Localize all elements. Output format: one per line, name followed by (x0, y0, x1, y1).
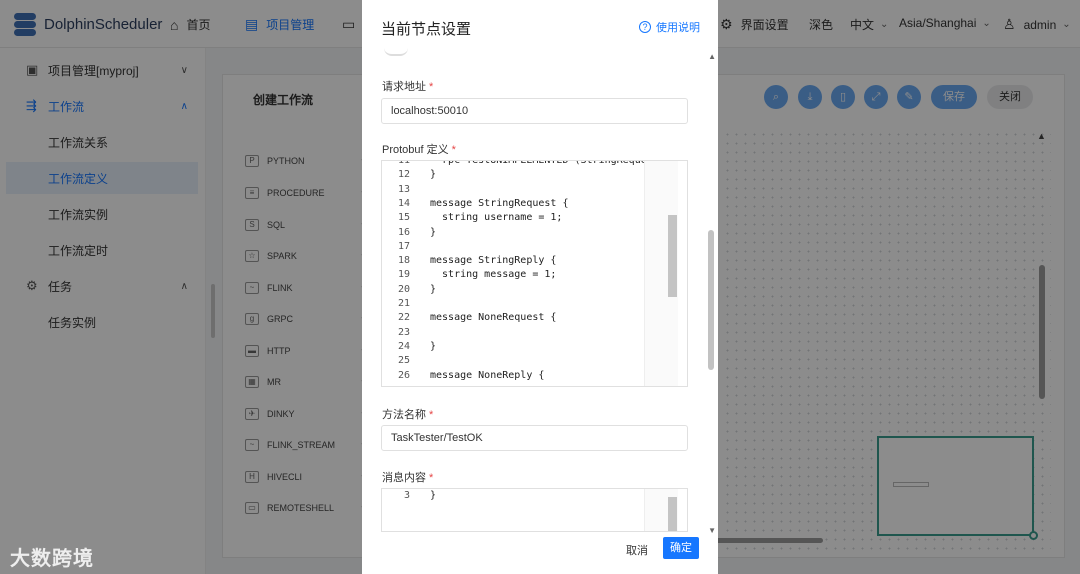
help-link[interactable]: ? 使用说明 (639, 19, 700, 35)
toggle-switch[interactable] (384, 48, 408, 56)
code-text: } (430, 226, 437, 238)
required-marker: * (429, 409, 434, 421)
modal-body: 请求地址 * localhost:50010 Protobuf 定义 * 11 rp… (362, 44, 718, 532)
line-number: 15 (397, 212, 410, 224)
message-editor[interactable]: 3} (381, 488, 688, 532)
code-text: } (430, 169, 437, 181)
code-text: message NoneReply { (430, 369, 545, 381)
scroll-down-icon[interactable]: ▼ (708, 526, 716, 535)
proto-label: Protobuf 定义 * (382, 141, 456, 157)
editor-minimap[interactable] (644, 161, 678, 386)
protobuf-editor[interactable]: 11 rpc TestUNIMPLEMENTED (StringReques 12… (381, 160, 688, 387)
line-number: 26 (397, 369, 410, 381)
question-icon: ? (639, 21, 651, 33)
editor-scrollbar[interactable] (668, 497, 677, 531)
line-number: 23 (397, 326, 410, 338)
line-number: 12 (397, 169, 410, 181)
modal-scroll-thumb[interactable] (708, 230, 714, 370)
method-label-text: 方法名称 (382, 409, 426, 421)
line-number: 13 (397, 183, 410, 195)
line-number: 19 (397, 269, 410, 281)
line-number: 14 (397, 197, 410, 209)
line-number: 24 (397, 340, 410, 352)
line-number: 21 (397, 298, 410, 309)
line-number: 3 (403, 490, 410, 501)
line-number: 11 (397, 160, 410, 166)
code-text: } (430, 340, 437, 352)
line-number: 20 (397, 283, 410, 295)
url-label-text: 请求地址 (382, 81, 426, 93)
editor-minimap[interactable] (644, 489, 678, 531)
line-number: 25 (397, 355, 410, 367)
confirm-button[interactable]: 确定 (663, 537, 699, 559)
code-text: string message = 1; (430, 269, 557, 281)
required-marker: * (451, 144, 456, 156)
modal-scrollbar[interactable] (708, 58, 714, 376)
modal-title: 当前节点设置 (381, 21, 472, 38)
url-input[interactable]: localhost:50010 (381, 98, 688, 124)
code-text: message StringRequest { (430, 197, 569, 209)
watermark: 大数跨境 (10, 548, 94, 570)
code-text: } (430, 490, 437, 501)
line-number: 22 (397, 312, 410, 324)
message-label-text: 消息内容 (382, 472, 426, 484)
method-label: 方法名称 * (382, 406, 433, 422)
code-text: message StringReply { (430, 255, 557, 267)
code-text: string username = 1; (430, 212, 563, 224)
editor-scrollbar[interactable] (668, 215, 677, 297)
help-label: 使用说明 (656, 22, 700, 34)
node-settings-drawer: 当前节点设置 ? 使用说明 请求地址 * localhost:50010 Prot… (362, 0, 718, 574)
required-marker: * (429, 472, 434, 484)
code-text: message NoneRequest { (430, 312, 557, 324)
code-text: rpc TestUNIMPLEMENTED (StringReques (430, 160, 653, 166)
line-number: 17 (397, 240, 410, 252)
cancel-button[interactable]: 取消 (626, 542, 648, 558)
code-text: } (430, 283, 437, 295)
required-marker: * (429, 81, 434, 93)
url-label: 请求地址 * (382, 78, 433, 94)
method-input[interactable]: TaskTester/TestOK (381, 425, 688, 451)
message-label: 消息内容 * (382, 469, 433, 485)
proto-label-text: Protobuf 定义 (382, 144, 449, 156)
line-number: 16 (397, 226, 410, 238)
line-number: 18 (397, 255, 410, 267)
